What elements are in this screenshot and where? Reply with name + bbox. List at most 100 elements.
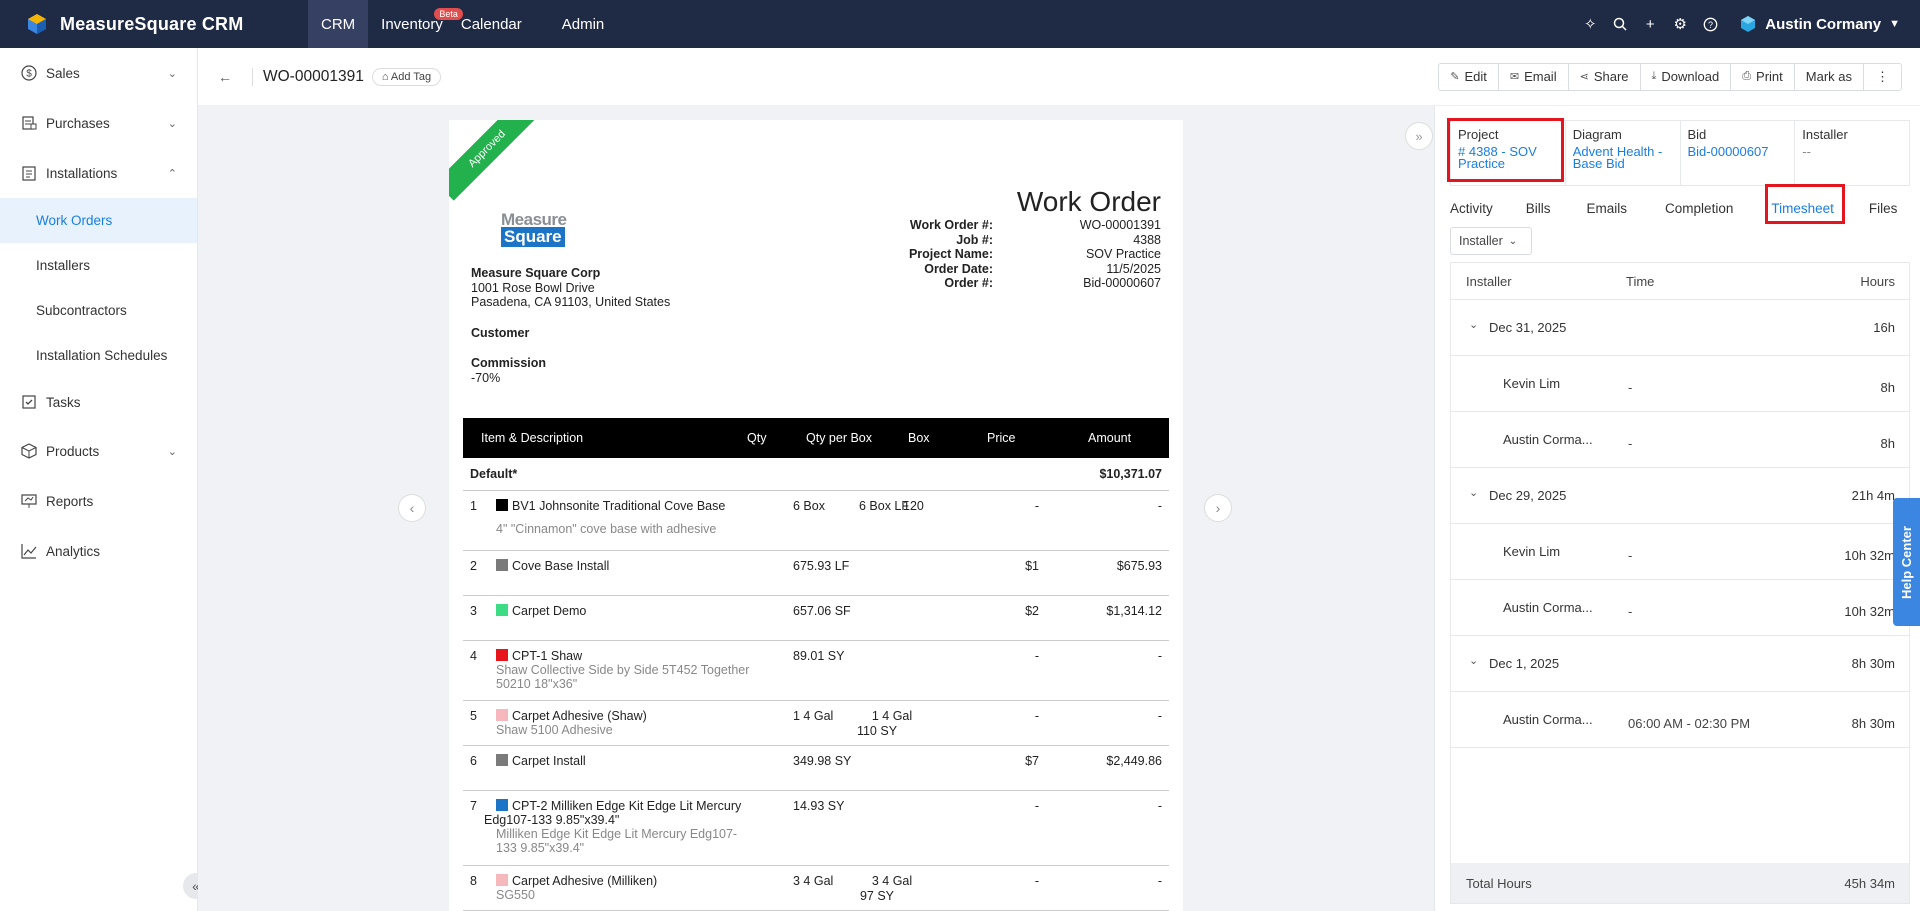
diagram-link[interactable]: Advent Health - Base Bid xyxy=(1573,145,1673,170)
sidebar-item-work-orders[interactable]: Work Orders xyxy=(0,198,197,243)
sidebar-item-installations[interactable]: Installations ⌃ xyxy=(0,148,197,198)
table-row: 6 Carpet Install 349.98 SY $7 $2,449.86 xyxy=(463,746,1169,791)
timesheet-table: Installer Time Hours ⌄ Dec 31, 2025 16h Kev… xyxy=(1450,262,1910,904)
timesheet-entry-row[interactable]: Austin Corma... - 10h 32m xyxy=(1451,580,1909,636)
item-name-cell: CPT-2 Milliken Edge Kit Edge Lit Mercury… xyxy=(484,799,754,855)
table-row: 1 BV1 Johnsonite Traditional Cove Base 4" … xyxy=(463,491,1169,551)
col-installer: Installer xyxy=(1466,273,1512,289)
sidebar-item-sales[interactable]: $ Sales ⌄ xyxy=(0,48,197,98)
next-page-icon[interactable]: › xyxy=(1204,494,1232,522)
sidebar-item-purchases[interactable]: Purchases ⌄ xyxy=(0,98,197,148)
expand-panel-icon[interactable]: » xyxy=(1405,122,1433,150)
item-name: Carpet Adhesive (Shaw) xyxy=(512,709,647,723)
timesheet-entry-row[interactable]: Austin Corma... - 8h xyxy=(1451,412,1909,468)
timesheet-date-row[interactable]: ⌄ Dec 29, 2025 21h 4m xyxy=(1451,468,1909,524)
item-description: 4" "Cinnamon" cove base with adhesive xyxy=(496,522,717,536)
entry-installer: Kevin Lim xyxy=(1503,544,1561,559)
tab-files[interactable]: Files xyxy=(1869,201,1898,216)
timesheet-date-row[interactable]: ⌄ Dec 1, 2025 8h 30m xyxy=(1451,636,1909,692)
item-name: BV1 Johnsonite Traditional Cove Base xyxy=(512,499,726,513)
item-price: $2 xyxy=(1025,604,1039,618)
item-qty: 3 4 Gal xyxy=(793,874,834,888)
prev-page-icon[interactable]: ‹ xyxy=(398,494,426,522)
item-price: - xyxy=(1034,649,1039,663)
timesheet-entry-row[interactable]: Austin Corma... 06:00 AM - 02:30 PM 8h 30m xyxy=(1451,692,1909,748)
search-icon[interactable] xyxy=(1605,17,1635,31)
download-label: Download xyxy=(1661,69,1720,84)
item-name-cell: CPT-1 Shaw Shaw Collective Side by Side 5… xyxy=(496,649,766,691)
more-options-icon[interactable]: ⋮ xyxy=(1864,64,1901,90)
sparkle-icon[interactable]: ✧ xyxy=(1575,15,1605,33)
timesheet-entry-row[interactable]: Kevin Lim - 10h 32m xyxy=(1451,524,1909,580)
download-button[interactable]: ⤓ Download xyxy=(1641,63,1732,90)
timesheet-date-total: 21h 4m xyxy=(1851,488,1895,503)
item-amount: - xyxy=(1157,709,1162,723)
diagram-card[interactable]: Diagram Advent Health - Base Bid xyxy=(1566,121,1681,185)
table-row: 2 Cove Base Install 675.93 LF $1 $675.93 xyxy=(463,551,1169,596)
entry-time: - xyxy=(1628,380,1633,395)
line-items-table: Item & Description Qty Qty per Box Box P… xyxy=(463,418,1169,911)
item-name: Carpet Demo xyxy=(512,604,587,618)
help-icon[interactable]: ? xyxy=(1695,17,1725,32)
timesheet-date-row[interactable]: ⌄ Dec 31, 2025 16h xyxy=(1451,300,1909,356)
add-tag-button[interactable]: ⌂ Add Tag xyxy=(371,67,442,86)
item-box: 97 SY xyxy=(859,889,895,903)
purchases-icon xyxy=(20,114,38,132)
group-row: Default* $10,371.07 xyxy=(463,458,1169,491)
beta-badge: Beta xyxy=(434,8,463,20)
gear-icon[interactable]: ⚙ xyxy=(1665,15,1695,33)
item-name-cell: Cove Base Install xyxy=(496,559,766,573)
email-button[interactable]: ✉ Email xyxy=(1499,63,1569,90)
help-center-button[interactable]: Help Center xyxy=(1893,498,1920,626)
work-order-meta: Work Order #: WO-00001391 Job #: 4388 Proj… xyxy=(885,218,1161,291)
tab-activity[interactable]: Activity xyxy=(1450,201,1493,216)
chevron-down-icon: ⌄ xyxy=(1469,487,1479,499)
details-panel: » Project # 4388 - SOV Practice Diagram Ad… xyxy=(1405,106,1920,911)
sidebar-item-reports[interactable]: Reports xyxy=(0,476,197,526)
edit-label: Edit xyxy=(1464,69,1487,84)
nav-crm[interactable]: CRM xyxy=(308,0,369,48)
print-button[interactable]: ⎙ Print xyxy=(1731,63,1795,90)
sidebar-item-subcontractors[interactable]: Subcontractors xyxy=(0,288,197,333)
tab-bills[interactable]: Bills xyxy=(1526,201,1551,216)
installer-card: Installer -- xyxy=(1795,121,1909,185)
share-button[interactable]: ⋖ Share xyxy=(1569,63,1641,90)
tab-completion[interactable]: Completion xyxy=(1665,201,1733,216)
installer-filter-dropdown[interactable]: Installer ⌄ xyxy=(1450,227,1532,255)
sidebar-item-tasks[interactable]: Tasks xyxy=(0,378,197,426)
nav-calendar[interactable]: Calendar xyxy=(461,0,535,48)
bid-link[interactable]: Bid-00000607 xyxy=(1688,145,1788,158)
back-arrow-icon[interactable]: ← xyxy=(198,69,252,85)
item-qty: 1 4 Gal xyxy=(793,709,834,723)
col-item: Item & Description xyxy=(481,431,584,445)
timesheet-date: Dec 1, 2025 xyxy=(1489,656,1560,671)
tasks-icon xyxy=(20,393,38,411)
plus-icon[interactable]: + xyxy=(1635,16,1665,33)
item-amount: $2,449.86 xyxy=(1106,754,1162,768)
installer-value: -- xyxy=(1802,144,1811,159)
logo-line2: Square xyxy=(501,227,565,247)
top-nav: CRM Inventory Beta Calendar Admin xyxy=(308,0,617,48)
bid-card[interactable]: Bid Bid-00000607 xyxy=(1681,121,1796,185)
chevron-down-icon: ⌄ xyxy=(167,67,177,80)
sidebar-label: Tasks xyxy=(46,394,81,410)
tab-emails[interactable]: Emails xyxy=(1587,201,1628,216)
item-price: - xyxy=(1034,799,1039,813)
app-logo[interactable]: MeasureSquare CRM xyxy=(0,13,300,35)
sidebar-item-installers[interactable]: Installers xyxy=(0,243,197,288)
item-price: $7 xyxy=(1025,754,1039,768)
analytics-icon xyxy=(20,542,38,560)
mark-as-button[interactable]: Mark as xyxy=(1795,63,1864,90)
item-qty: 675.93 LF xyxy=(793,559,850,573)
sidebar-item-installation-schedules[interactable]: Installation Schedules xyxy=(0,333,197,378)
nav-inventory[interactable]: Inventory Beta xyxy=(368,0,463,48)
col-qty: Qty xyxy=(747,431,767,445)
edit-button[interactable]: ✎ Edit xyxy=(1439,63,1499,90)
sidebar-label: Installers xyxy=(36,258,91,273)
user-menu[interactable]: Austin Cormany ▼ xyxy=(1739,15,1900,33)
nav-admin[interactable]: Admin xyxy=(535,0,618,48)
item-name: CPT-2 Milliken Edge Kit Edge Lit Mercury… xyxy=(484,799,742,827)
sidebar-item-analytics[interactable]: Analytics xyxy=(0,526,197,576)
sidebar-item-products[interactable]: Products ⌄ xyxy=(0,426,197,476)
timesheet-entry-row[interactable]: Kevin Lim - 8h xyxy=(1451,356,1909,412)
